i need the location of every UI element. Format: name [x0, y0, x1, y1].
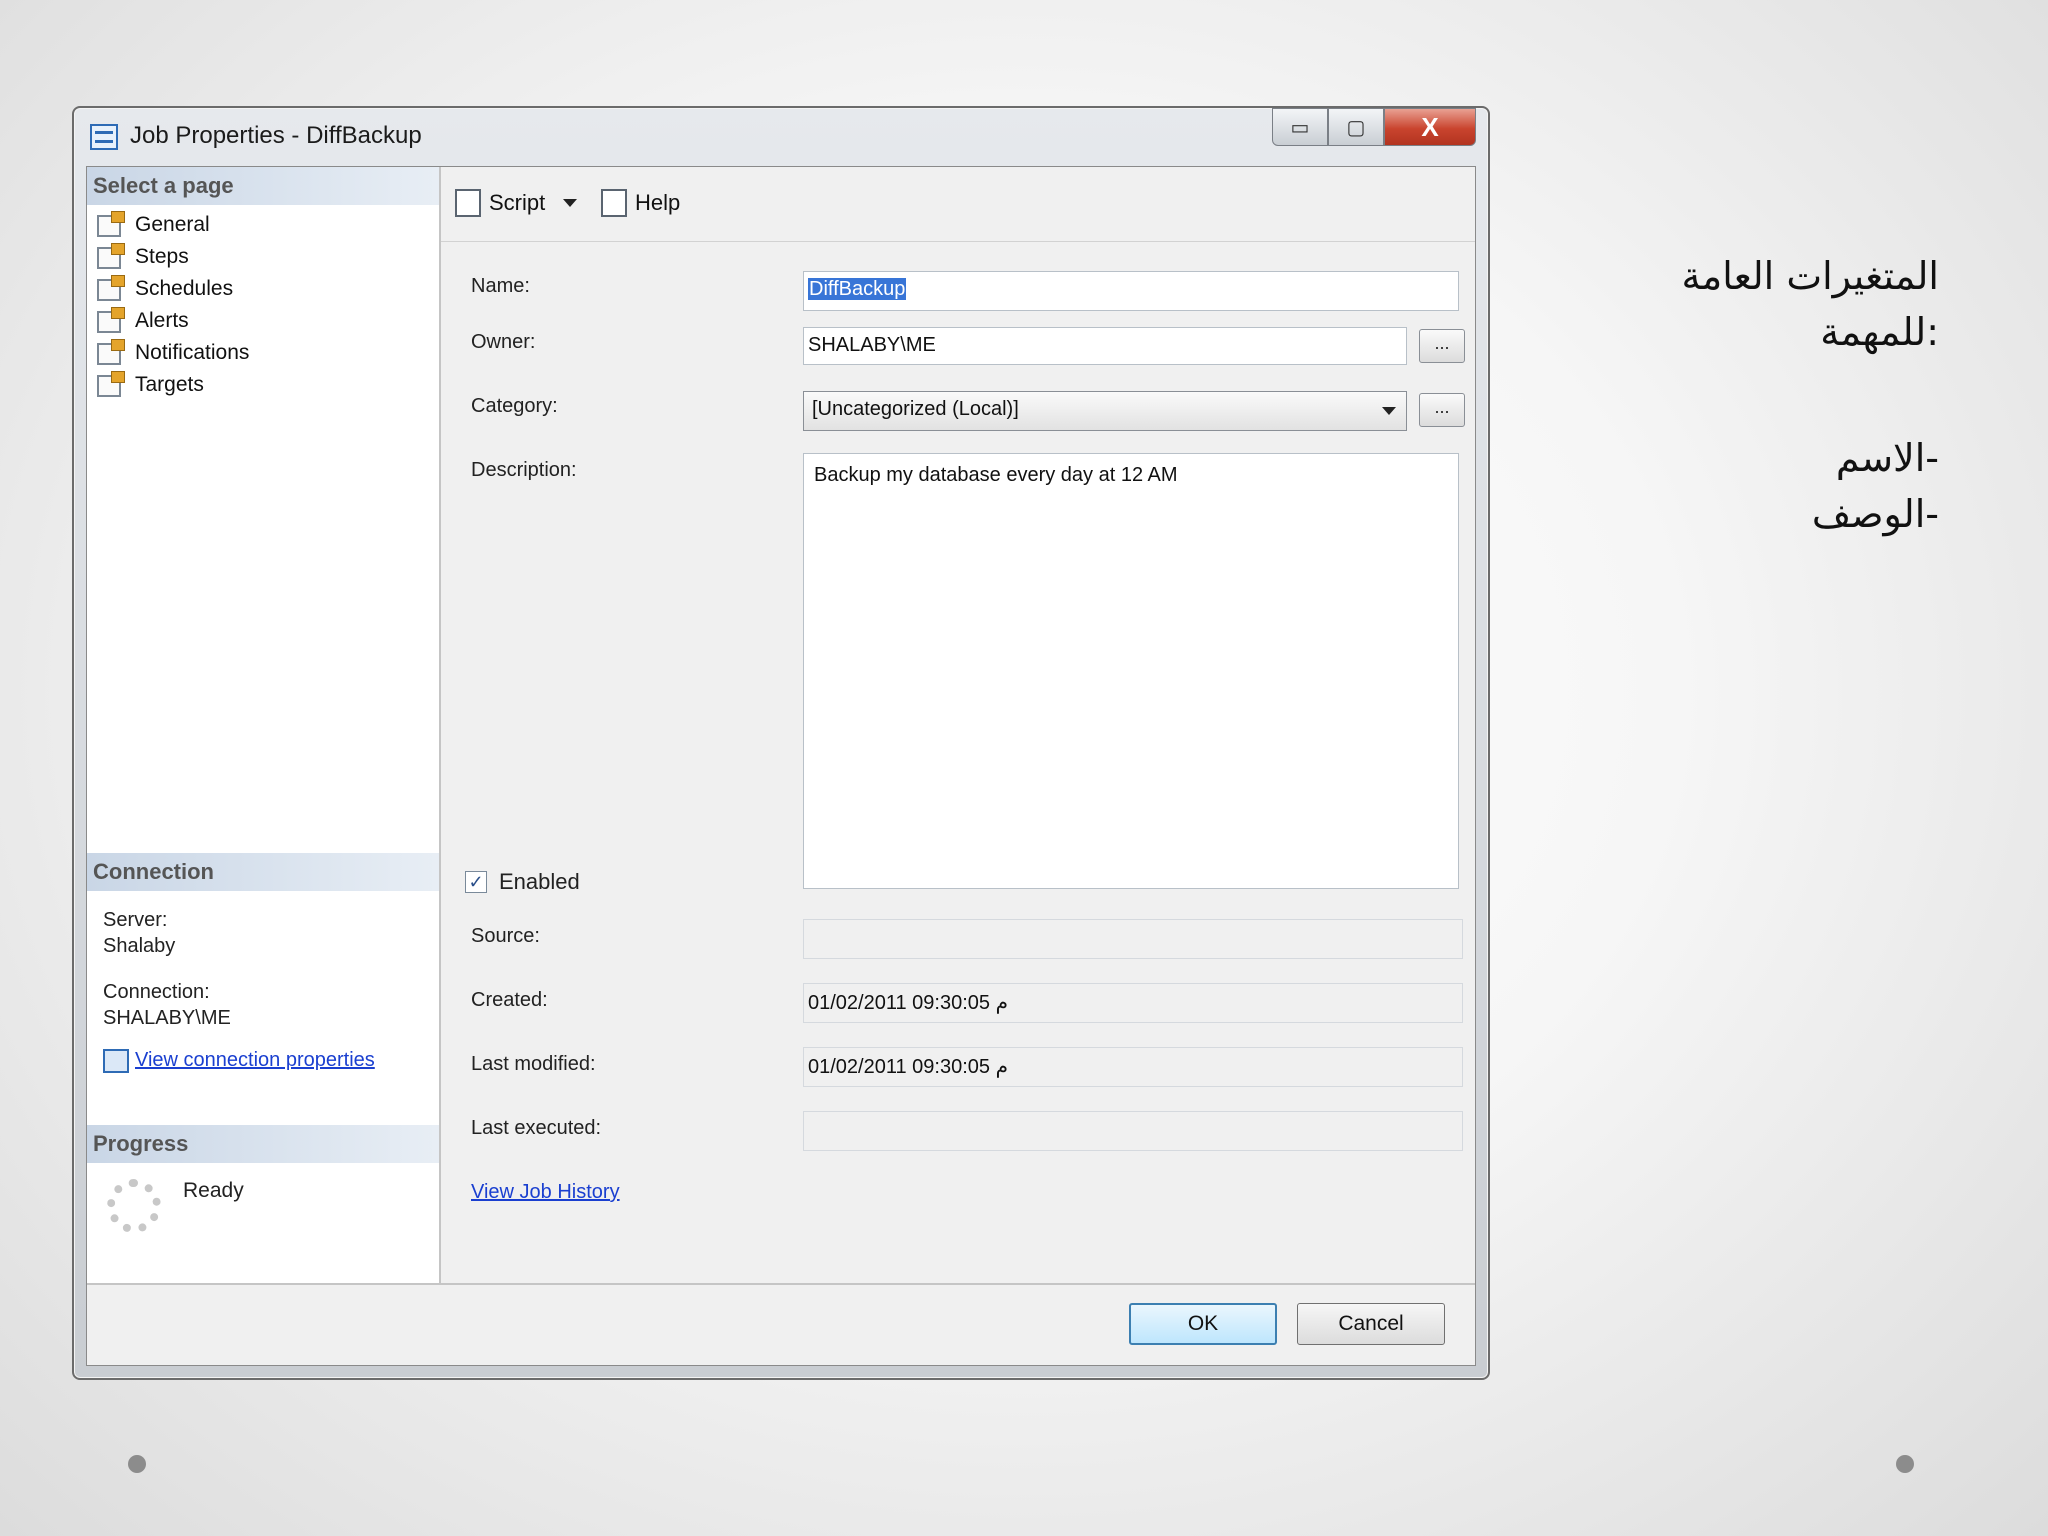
- general-page-form: Name: DiffBackup Owner: SHALABY\ME ... C…: [441, 243, 1475, 1285]
- toolbar: Script Help: [441, 167, 1475, 242]
- page-icon: [97, 275, 125, 301]
- description-textarea[interactable]: Backup my database every day at 12 AM: [803, 453, 1459, 889]
- script-button[interactable]: Script: [455, 189, 545, 217]
- name-value: DiffBackup: [808, 278, 907, 300]
- sidebar-item-targets[interactable]: Targets: [87, 369, 439, 401]
- script-label: Script: [489, 190, 546, 215]
- sidebar-item-steps[interactable]: Steps: [87, 241, 439, 273]
- connection-value: SHALABY\ME: [103, 1007, 231, 1029]
- dialog-button-bar: OK Cancel: [87, 1283, 1475, 1365]
- select-page-header: Select a page: [87, 167, 439, 205]
- last-modified-field: 01/02/2011 09:30:05 م: [803, 1047, 1463, 1087]
- sidebar-item-general[interactable]: General: [87, 209, 439, 241]
- last-executed-field: [803, 1111, 1463, 1151]
- source-label: Source:: [471, 925, 540, 947]
- close-button[interactable]: X: [1384, 108, 1476, 146]
- server-label: Server:: [103, 909, 168, 931]
- page-icon: [97, 211, 125, 237]
- page-icon: [97, 307, 125, 333]
- sidebar-item-notifications[interactable]: Notifications: [87, 337, 439, 369]
- help-icon: [601, 189, 627, 217]
- enabled-checkbox-row[interactable]: ✓ Enabled: [465, 869, 580, 895]
- last-modified-label: Last modified:: [471, 1053, 596, 1075]
- connection-label: Connection:: [103, 981, 210, 1003]
- sidebar-item-alerts[interactable]: Alerts: [87, 305, 439, 337]
- bullet-dot-left: [128, 1455, 146, 1473]
- help-button[interactable]: Help: [601, 189, 680, 217]
- arabic-annotation: المتغيرات العامة :للمهمة -الاسم -الوصف: [1479, 248, 1939, 542]
- owner-label: Owner:: [471, 331, 536, 353]
- owner-input[interactable]: SHALABY\ME: [803, 327, 1407, 365]
- progress-status: Ready: [183, 1179, 244, 1202]
- ok-button[interactable]: OK: [1129, 1303, 1277, 1345]
- sidebar-item-label: Alerts: [135, 309, 189, 332]
- server-value: Shalaby: [103, 935, 176, 957]
- connection-properties-icon: [103, 1049, 129, 1073]
- script-icon: [455, 189, 481, 217]
- enabled-label: Enabled: [499, 869, 580, 894]
- created-label: Created:: [471, 989, 548, 1011]
- connection-section: Connection Server: Shalaby Connection: S…: [87, 853, 439, 1073]
- sidebar-item-label: Schedules: [135, 277, 234, 300]
- job-properties-window: Job Properties - DiffBackup ▭ ▢ X Select…: [72, 106, 1490, 1380]
- annotation-line-4: -الوصف: [1811, 492, 1939, 536]
- owner-browse-button[interactable]: ...: [1419, 329, 1465, 363]
- sidebar-item-schedules[interactable]: Schedules: [87, 273, 439, 305]
- description-label: Description:: [471, 459, 577, 481]
- created-field: 01/02/2011 09:30:05 م: [803, 983, 1463, 1023]
- window-app-icon: [90, 124, 118, 150]
- minimize-button[interactable]: ▭: [1272, 108, 1328, 146]
- name-label: Name:: [471, 275, 530, 297]
- last-executed-label: Last executed:: [471, 1117, 602, 1139]
- page-icon: [97, 371, 125, 397]
- sidebar-item-label: General: [135, 213, 210, 236]
- bullet-dot-right: [1896, 1455, 1914, 1473]
- page-icon: [97, 243, 125, 269]
- script-dropdown-chevron-icon[interactable]: [563, 199, 577, 207]
- view-connection-properties-link[interactable]: View connection properties: [135, 1049, 375, 1071]
- name-input[interactable]: DiffBackup: [803, 271, 1459, 311]
- dialog-client: Select a page General Steps Schedules Al…: [86, 166, 1476, 1366]
- sidebar-item-label: Steps: [135, 245, 189, 268]
- progress-section: Progress Ready: [87, 1125, 439, 1233]
- view-job-history-link[interactable]: View Job History: [471, 1181, 620, 1204]
- maximize-button[interactable]: ▢: [1328, 108, 1384, 146]
- sidebar-item-label: Targets: [135, 373, 204, 396]
- title-bar[interactable]: Job Properties - DiffBackup ▭ ▢ X: [74, 108, 1488, 166]
- left-pane: Select a page General Steps Schedules Al…: [87, 167, 441, 1285]
- annotation-line-2: :للمهمة: [1820, 310, 1939, 354]
- category-label: Category:: [471, 395, 558, 417]
- enabled-checkbox[interactable]: ✓: [465, 871, 487, 893]
- connection-header: Connection: [87, 853, 439, 891]
- progress-spinner-icon: [107, 1179, 161, 1233]
- annotation-line-3: -الاسم: [1835, 436, 1939, 480]
- annotation-line-1: المتغيرات العامة: [1681, 254, 1939, 298]
- source-field: [803, 919, 1463, 959]
- sidebar-item-label: Notifications: [135, 341, 250, 364]
- window-title: Job Properties - DiffBackup: [130, 122, 422, 149]
- help-label: Help: [635, 190, 681, 215]
- category-value: [Uncategorized (Local)]: [812, 398, 1019, 420]
- chevron-down-icon: [1382, 407, 1396, 415]
- progress-header: Progress: [87, 1125, 439, 1163]
- category-browse-button[interactable]: ...: [1419, 393, 1465, 427]
- cancel-button[interactable]: Cancel: [1297, 1303, 1445, 1345]
- page-icon: [97, 339, 125, 365]
- category-select[interactable]: [Uncategorized (Local)]: [803, 391, 1407, 431]
